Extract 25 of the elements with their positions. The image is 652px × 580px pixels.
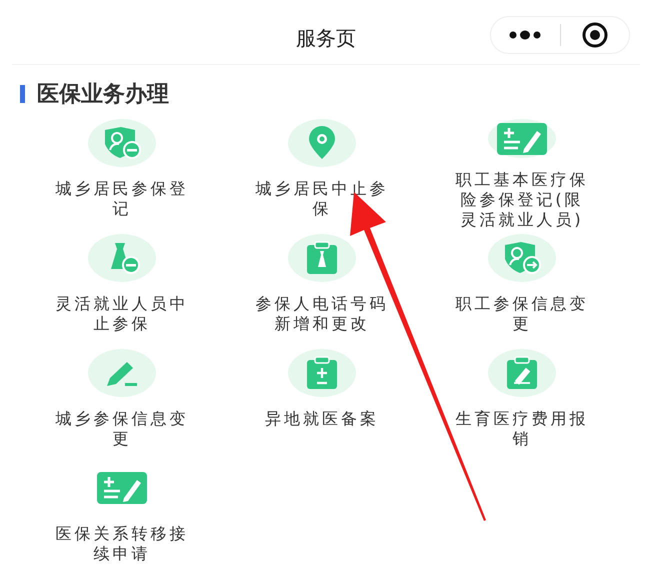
target-icon: [580, 21, 609, 49]
service-item[interactable]: 异地就医备案: [222, 349, 422, 460]
service-item[interactable]: 职工基本医疗保险参保登记(限灵活就业人员): [422, 119, 622, 230]
section-accent-bar: [20, 85, 25, 103]
service-label: 灵活就业人员中止参保: [54, 294, 190, 334]
service-item[interactable]: 城乡参保信息变更: [22, 349, 222, 460]
service-item[interactable]: 生育医疗费用报销: [422, 349, 622, 460]
service-item[interactable]: 参保人电话号码新增和更改: [222, 234, 422, 345]
more-icon: [508, 30, 542, 40]
section-title: 医保业务办理: [37, 81, 169, 109]
service-label: 职工基本医疗保险参保登记(限灵活就业人员): [454, 170, 590, 230]
service-label: 医保关系转移接续申请: [54, 524, 190, 564]
service-label: 参保人电话号码新增和更改: [254, 294, 390, 334]
service-item[interactable]: 职工参保信息变更: [422, 234, 622, 345]
service-label: 异地就医备案: [264, 409, 380, 429]
form-pen-icon: [496, 122, 548, 156]
service-label: 城乡参保信息变更: [54, 409, 190, 449]
service-item[interactable]: 城乡居民参保登记: [22, 119, 222, 230]
form-pen-icon: [96, 471, 148, 505]
service-label: 城乡居民参保登记: [54, 179, 190, 219]
service-label: 生育医疗费用报销: [454, 409, 590, 449]
page-title: 服务页: [296, 24, 356, 52]
service-item[interactable]: 医保关系转移接续申请: [22, 464, 222, 575]
service-item[interactable]: 灵活就业人员中止参保: [22, 234, 222, 345]
service-label: 职工参保信息变更: [454, 294, 590, 334]
